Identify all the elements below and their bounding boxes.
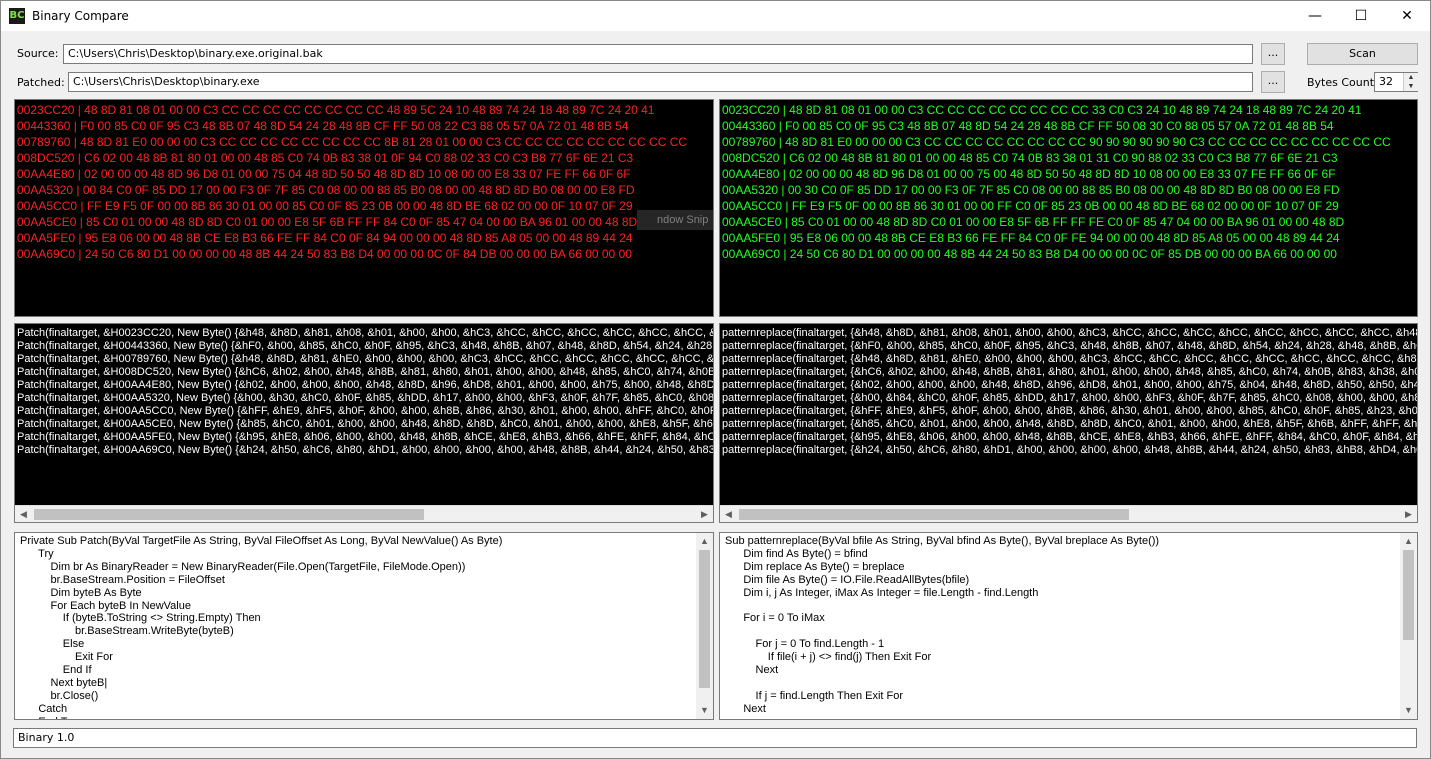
status-field[interactable]: Binary 1.0 xyxy=(13,728,1417,748)
pattern-call-line: patternreplace(finaltarget, {&h24, &h50,… xyxy=(722,444,1418,456)
scroll-left-icon[interactable]: ◀ xyxy=(720,506,737,522)
patch-call-line: Patch(finaltarget, &H00443360, New Byte(… xyxy=(17,340,714,352)
pattern-calls-pane[interactable]: patternreplace(finaltarget, {&h48, &h8D,… xyxy=(719,323,1418,523)
bytes-count-stepper[interactable]: 32 ▲ ▼ xyxy=(1374,72,1418,92)
hex-row: 00AA5CE0 | 85 C0 01 00 00 48 8D 8D C0 01… xyxy=(17,215,638,229)
snip-overlay: ndow Snip xyxy=(637,210,713,230)
pattern-calls-hscrollbar[interactable]: ◀ ▶ xyxy=(720,505,1417,522)
hex-row: 0023CC20 | 48 8D 81 08 01 00 00 C3 CC CC… xyxy=(17,103,655,117)
patch-call-line: Patch(finaltarget, &H00AA5CE0, New Byte(… xyxy=(17,418,714,430)
scan-button[interactable]: Scan xyxy=(1307,43,1418,65)
scroll-up-icon[interactable]: ▲ xyxy=(696,533,713,550)
source-hex-lines: 0023CC20 | 48 8D 81 08 01 00 00 C3 CC CC… xyxy=(15,100,713,262)
pattern-call-line: patternreplace(finaltarget, {&h85, &hC0,… xyxy=(722,418,1418,430)
pattern-calls-lines: patternreplace(finaltarget, {&h48, &h8D,… xyxy=(720,324,1417,457)
patched-path-input[interactable]: C:\Users\Chris\Desktop\binary.exe xyxy=(68,72,1253,92)
pattern-call-line: patternreplace(finaltarget, {&h00, &h84,… xyxy=(722,392,1418,404)
hex-row: 00AA4E80 | 02 00 00 00 48 8D 96 D8 01 00… xyxy=(17,167,631,181)
source-path-input[interactable]: C:\Users\Chris\Desktop\binary.exe.origin… xyxy=(63,44,1253,64)
patch-call-line: Patch(finaltarget, &H00AA69C0, New Byte(… xyxy=(17,444,714,456)
pattern-call-line: patternreplace(finaltarget, {&hFF, &hE9,… xyxy=(722,405,1418,417)
stepper-up-icon[interactable]: ▲ xyxy=(1403,73,1418,82)
pattern-call-line: patternreplace(finaltarget, {&h48, &h8D,… xyxy=(722,327,1418,339)
hex-row: 00AA5320 | 00 30 C0 0F 85 DD 17 00 00 F3… xyxy=(722,183,1340,197)
patternreplace-sub-vscrollbar[interactable]: ▲ ▼ xyxy=(1400,533,1417,719)
minimize-button[interactable]: — xyxy=(1292,1,1338,31)
pattern-call-line: patternreplace(finaltarget, {&hC6, &h02,… xyxy=(722,366,1418,378)
hex-row: 00789760 | 48 8D 81 E0 00 00 00 C3 CC CC… xyxy=(17,135,688,149)
hex-row: 00AA5CE0 | 85 C0 01 00 00 48 8D 8D C0 01… xyxy=(722,215,1345,229)
patch-call-line: Patch(finaltarget, &H008DC520, New Byte(… xyxy=(17,366,714,378)
app-window: BC Binary Compare — ☐ ✕ Source: C:\Users… xyxy=(0,0,1431,759)
scroll-thumb[interactable] xyxy=(34,509,424,520)
pattern-call-line: patternreplace(finaltarget, {&h48, &h8D,… xyxy=(722,353,1418,365)
hex-row: 008DC520 | C6 02 00 48 8B 81 80 01 00 00… xyxy=(17,151,634,165)
hex-row: 00789760 | 48 8D 81 E0 00 00 00 C3 CC CC… xyxy=(722,135,1391,149)
patched-label: Patched: xyxy=(17,76,65,89)
window-title: Binary Compare xyxy=(32,9,129,23)
maximize-button[interactable]: ☐ xyxy=(1338,1,1384,31)
scroll-thumb[interactable] xyxy=(699,550,710,688)
patched-hex-pane[interactable]: 0023CC20 | 48 8D 81 08 01 00 00 C3 CC CC… xyxy=(719,99,1418,317)
patch-calls-hscrollbar[interactable]: ◀ ▶ xyxy=(15,505,713,522)
patch-call-line: Patch(finaltarget, &H00AA5320, New Byte(… xyxy=(17,392,714,404)
hex-row: 00AA69C0 | 24 50 C6 80 D1 00 00 00 00 48… xyxy=(722,247,1337,261)
scroll-thumb[interactable] xyxy=(1403,550,1414,640)
pattern-call-line: patternreplace(finaltarget, {&h95, &hE8,… xyxy=(722,431,1418,443)
source-browse-button[interactable]: ... xyxy=(1261,43,1285,65)
patch-sub-code[interactable]: Private Sub Patch(ByVal TargetFile As St… xyxy=(15,533,713,719)
patched-hex-lines: 0023CC20 | 48 8D 81 08 01 00 00 C3 CC CC… xyxy=(720,100,1417,262)
scroll-right-icon[interactable]: ▶ xyxy=(696,506,713,522)
hex-row: 008DC520 | C6 02 00 48 8B 81 80 01 00 00… xyxy=(722,151,1338,165)
scroll-down-icon[interactable]: ▼ xyxy=(1400,702,1417,719)
hex-row: 00AA5CC0 | FF E9 F5 0F 00 00 8B 86 30 01… xyxy=(722,199,1339,213)
patch-call-line: Patch(finaltarget, &H00789760, New Byte(… xyxy=(17,353,714,365)
bytes-count-label: Bytes Count: xyxy=(1307,76,1378,89)
source-hex-pane[interactable]: 0023CC20 | 48 8D 81 08 01 00 00 C3 CC CC… xyxy=(14,99,714,317)
patch-call-line: Patch(finaltarget, &H0023CC20, New Byte(… xyxy=(17,327,713,339)
patch-calls-lines: Patch(finaltarget, &H0023CC20, New Byte(… xyxy=(15,324,713,457)
close-button[interactable]: ✕ xyxy=(1384,1,1430,31)
scroll-right-icon[interactable]: ▶ xyxy=(1400,506,1417,522)
patch-sub-editor[interactable]: Private Sub Patch(ByVal TargetFile As St… xyxy=(14,532,714,720)
patch-call-line: Patch(finaltarget, &H00AA5CC0, New Byte(… xyxy=(17,405,714,417)
patch-sub-vscrollbar[interactable]: ▲ ▼ xyxy=(696,533,713,719)
patch-call-line: Patch(finaltarget, &H00AA4E80, New Byte(… xyxy=(17,379,714,391)
hex-row: 00AA5320 | 00 84 C0 0F 85 DD 17 00 00 F3… xyxy=(17,183,635,197)
hex-row: 00AA5FE0 | 95 E8 06 00 00 48 8B CE E8 B3… xyxy=(17,231,633,245)
pattern-call-line: patternreplace(finaltarget, {&h02, &h00,… xyxy=(722,379,1418,391)
patch-calls-pane[interactable]: Patch(finaltarget, &H0023CC20, New Byte(… xyxy=(14,323,714,523)
source-label: Source: xyxy=(17,47,59,60)
patternreplace-sub-editor[interactable]: Sub patternreplace(ByVal bfile As String… xyxy=(719,532,1418,720)
bytes-count-value: 32 xyxy=(1379,75,1393,88)
stepper-down-icon[interactable]: ▼ xyxy=(1403,82,1418,91)
pattern-call-line: patternreplace(finaltarget, {&hF0, &h00,… xyxy=(722,340,1418,352)
hex-row: 00AA4E80 | 02 00 00 00 48 8D 96 D8 01 00… xyxy=(722,167,1336,181)
scroll-down-icon[interactable]: ▼ xyxy=(696,702,713,719)
hex-row: 00AA69C0 | 24 50 C6 80 D1 00 00 00 00 48… xyxy=(17,247,632,261)
hex-row: 00AA5FE0 | 95 E8 06 00 00 48 8B CE E8 B3… xyxy=(722,231,1340,245)
patch-call-line: Patch(finaltarget, &H00AA5FE0, New Byte(… xyxy=(17,431,714,443)
hex-row: 00443360 | F0 00 85 C0 0F 95 C3 48 8B 07… xyxy=(17,119,629,133)
hex-row: 0023CC20 | 48 8D 81 08 01 00 00 C3 CC CC… xyxy=(722,103,1362,117)
scroll-thumb[interactable] xyxy=(739,509,1129,520)
hex-row: 00AA5CC0 | FF E9 F5 0F 00 00 8B 86 30 01… xyxy=(17,199,633,213)
patched-browse-button[interactable]: ... xyxy=(1261,71,1285,93)
app-icon: BC xyxy=(9,8,25,24)
scroll-left-icon[interactable]: ◀ xyxy=(15,506,32,522)
scroll-up-icon[interactable]: ▲ xyxy=(1400,533,1417,550)
title-bar: BC Binary Compare — ☐ ✕ xyxy=(1,1,1430,31)
hex-row: 00443360 | F0 00 85 C0 0F 95 C3 48 8B 07… xyxy=(722,119,1334,133)
patternreplace-sub-code[interactable]: Sub patternreplace(ByVal bfile As String… xyxy=(720,533,1417,716)
